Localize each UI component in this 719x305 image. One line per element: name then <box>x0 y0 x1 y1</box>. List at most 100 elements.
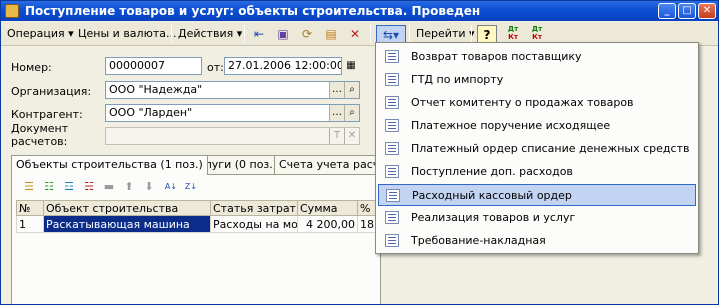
end-edit-icon[interactable]: ▬ <box>100 179 118 195</box>
organization-value: ООО "Надежда" <box>109 83 203 96</box>
cell-object[interactable]: Раскатывающая машина <box>43 215 211 233</box>
type-t-button[interactable]: T <box>329 128 344 144</box>
open-search-icon[interactable]: ⌕ <box>344 82 359 98</box>
column-header-sum[interactable]: Сумма <box>297 200 358 216</box>
post-document-icon[interactable]: ▤ <box>321 25 341 43</box>
contractor-label: Контрагент: <box>11 108 83 121</box>
close-button[interactable]: ✕ <box>698 3 716 19</box>
toolbar-separator <box>244 25 245 43</box>
organization-label: Организация: <box>11 85 92 98</box>
maximize-button[interactable]: □ <box>678 3 696 19</box>
menu-item-sales-goods-services[interactable]: Реализация товаров и услуг <box>378 207 696 229</box>
edit-row-icon[interactable]: ☲ <box>60 179 78 195</box>
add-row-icon[interactable]: ☰ <box>20 179 38 195</box>
document-icon <box>385 96 399 109</box>
contractor-field[interactable]: ООО "Ларден" … ⌕ <box>105 104 360 122</box>
toolbar-separator <box>471 25 472 43</box>
operation-menu[interactable]: Операция ▾ <box>4 25 77 43</box>
menu-item-label: Поступление доп. расходов <box>411 165 573 178</box>
objects-table: № Объект строительства Статья затрат Сум… <box>16 200 379 233</box>
document-icon <box>385 234 399 247</box>
cell-sum[interactable]: 4 200,00 <box>297 215 358 233</box>
prices-currency-button[interactable]: Цены и валюта... <box>75 25 179 43</box>
settlement-doc-label-line2: расчетов: <box>11 135 68 148</box>
minimize-button[interactable]: _ <box>658 3 676 19</box>
menu-item-committent-report[interactable]: Отчет комитенту о продажах товаров <box>378 92 696 114</box>
document-icon <box>385 119 399 132</box>
menu-item-label: Расходный кассовый ордер <box>412 189 572 202</box>
goto-menu-label: Перейти <box>416 27 466 40</box>
menu-item-label: Возврат товаров поставщику <box>411 50 582 63</box>
create-based-on-menu: Возврат товаров поставщику ГТД по импорт… <box>375 42 699 254</box>
select-button[interactable]: … <box>329 82 344 98</box>
window-title: Поступление товаров и услуг: объекты стр… <box>25 4 481 18</box>
delete-row-icon[interactable]: ☵ <box>80 179 98 195</box>
dtn-label: Дт <box>531 25 543 33</box>
actions-menu-label: Действия <box>178 27 234 40</box>
document-icon <box>5 4 19 18</box>
move-down-icon[interactable]: ⬇ <box>140 179 158 195</box>
menu-item-label: Отчет комитенту о продажах товаров <box>411 96 634 109</box>
column-header-cost-item[interactable]: Статья затрат <box>210 200 298 216</box>
cell-number[interactable]: 1 <box>16 215 44 233</box>
document-window: Поступление товаров и услуг: объекты стр… <box>0 0 719 305</box>
create-based-on-icon[interactable]: ⇆▾ <box>376 25 406 43</box>
column-header-object[interactable]: Объект строительства <box>43 200 211 216</box>
contractor-value: ООО "Ларден" <box>109 106 193 119</box>
clear-icon[interactable]: ✕ <box>344 128 359 144</box>
unpost-document-icon[interactable]: ✕ <box>345 25 365 43</box>
dt-kt-nu-button[interactable]: Дт Кт <box>527 25 547 43</box>
document-icon <box>386 189 400 202</box>
document-icon <box>385 211 399 224</box>
refresh-document-icon[interactable]: ⟳ <box>297 25 317 43</box>
actions-menu[interactable]: Действия ▾ <box>175 25 245 43</box>
dt-label: Дт <box>507 25 519 33</box>
calendar-icon[interactable]: ▦ <box>343 58 359 74</box>
menu-item-label: Платежное поручение исходящее <box>411 119 611 132</box>
date-field[interactable]: 27.01.2006 12:00:00 <box>224 57 342 75</box>
sort-descending-icon[interactable]: Z↓ <box>182 179 200 195</box>
copy-row-icon[interactable]: ☷ <box>40 179 58 195</box>
menu-item-payment-order-outgoing[interactable]: Платежное поручение исходящее <box>378 115 696 137</box>
tab-construction-objects[interactable]: Объекты строительства (1 поз.) <box>11 155 208 175</box>
document-icon <box>385 73 399 86</box>
menu-item-label: ГТД по импорту <box>411 73 504 86</box>
settlement-doc-label-line1: Документ <box>11 122 69 135</box>
toolbar-separator <box>171 25 172 43</box>
kt-label: Кт <box>508 33 518 41</box>
number-field[interactable]: 00000007 <box>105 57 202 75</box>
move-back-icon[interactable]: ⇤ <box>249 25 269 43</box>
date-from-label: от: <box>207 61 224 74</box>
toolbar-separator <box>409 25 410 43</box>
move-up-icon[interactable]: ⬆ <box>120 179 138 195</box>
document-icon <box>385 142 399 155</box>
open-search-icon[interactable]: ⌕ <box>344 105 359 121</box>
menu-item-supplier-return[interactable]: Возврат товаров поставщику <box>378 46 696 68</box>
column-header-number[interactable]: № <box>16 200 44 216</box>
menu-item-additional-expenses[interactable]: Поступление доп. расходов <box>378 161 696 183</box>
settlement-doc-field[interactable]: T ✕ <box>105 127 360 145</box>
ktn-label: Кт <box>532 33 542 41</box>
sort-ascending-icon[interactable]: A↓ <box>162 179 180 195</box>
menu-item-customs-declaration[interactable]: ГТД по импорту <box>378 69 696 91</box>
table-row[interactable]: 1 Раскатывающая машина Расходы на мо... … <box>16 215 379 233</box>
toolbar-separator <box>370 25 371 43</box>
help-button[interactable]: ? <box>477 25 497 43</box>
document-icon <box>385 50 399 63</box>
menu-item-label: Требование-накладная <box>411 234 546 247</box>
cell-cost-item[interactable]: Расходы на мо... <box>210 215 298 233</box>
organization-field[interactable]: ООО "Надежда" … ⌕ <box>105 81 360 99</box>
document-icon <box>385 165 399 178</box>
menu-item-requisition-invoice[interactable]: Требование-накладная <box>378 230 696 252</box>
dt-kt-button[interactable]: Дт Кт <box>503 25 523 43</box>
number-label: Номер: <box>11 61 52 74</box>
construction-objects-panel: ☰ ☷ ☲ ☵ ▬ ⬆ ⬇ A↓ Z↓ № Объект строительст… <box>11 174 381 304</box>
menu-item-payment-writeoff[interactable]: Платежный ордер списание денежных средст… <box>378 138 696 160</box>
menu-item-label: Реализация товаров и услуг <box>411 211 576 224</box>
menu-item-cash-outflow-order[interactable]: Расходный кассовый ордер <box>378 184 696 206</box>
document-form-icon[interactable]: ▣ <box>273 25 293 43</box>
goto-menu[interactable]: Перейти ▾ <box>413 25 478 43</box>
select-button[interactable]: … <box>329 105 344 121</box>
operation-menu-label: Операция <box>7 27 65 40</box>
menu-item-label: Платежный ордер списание денежных средст… <box>411 142 690 155</box>
